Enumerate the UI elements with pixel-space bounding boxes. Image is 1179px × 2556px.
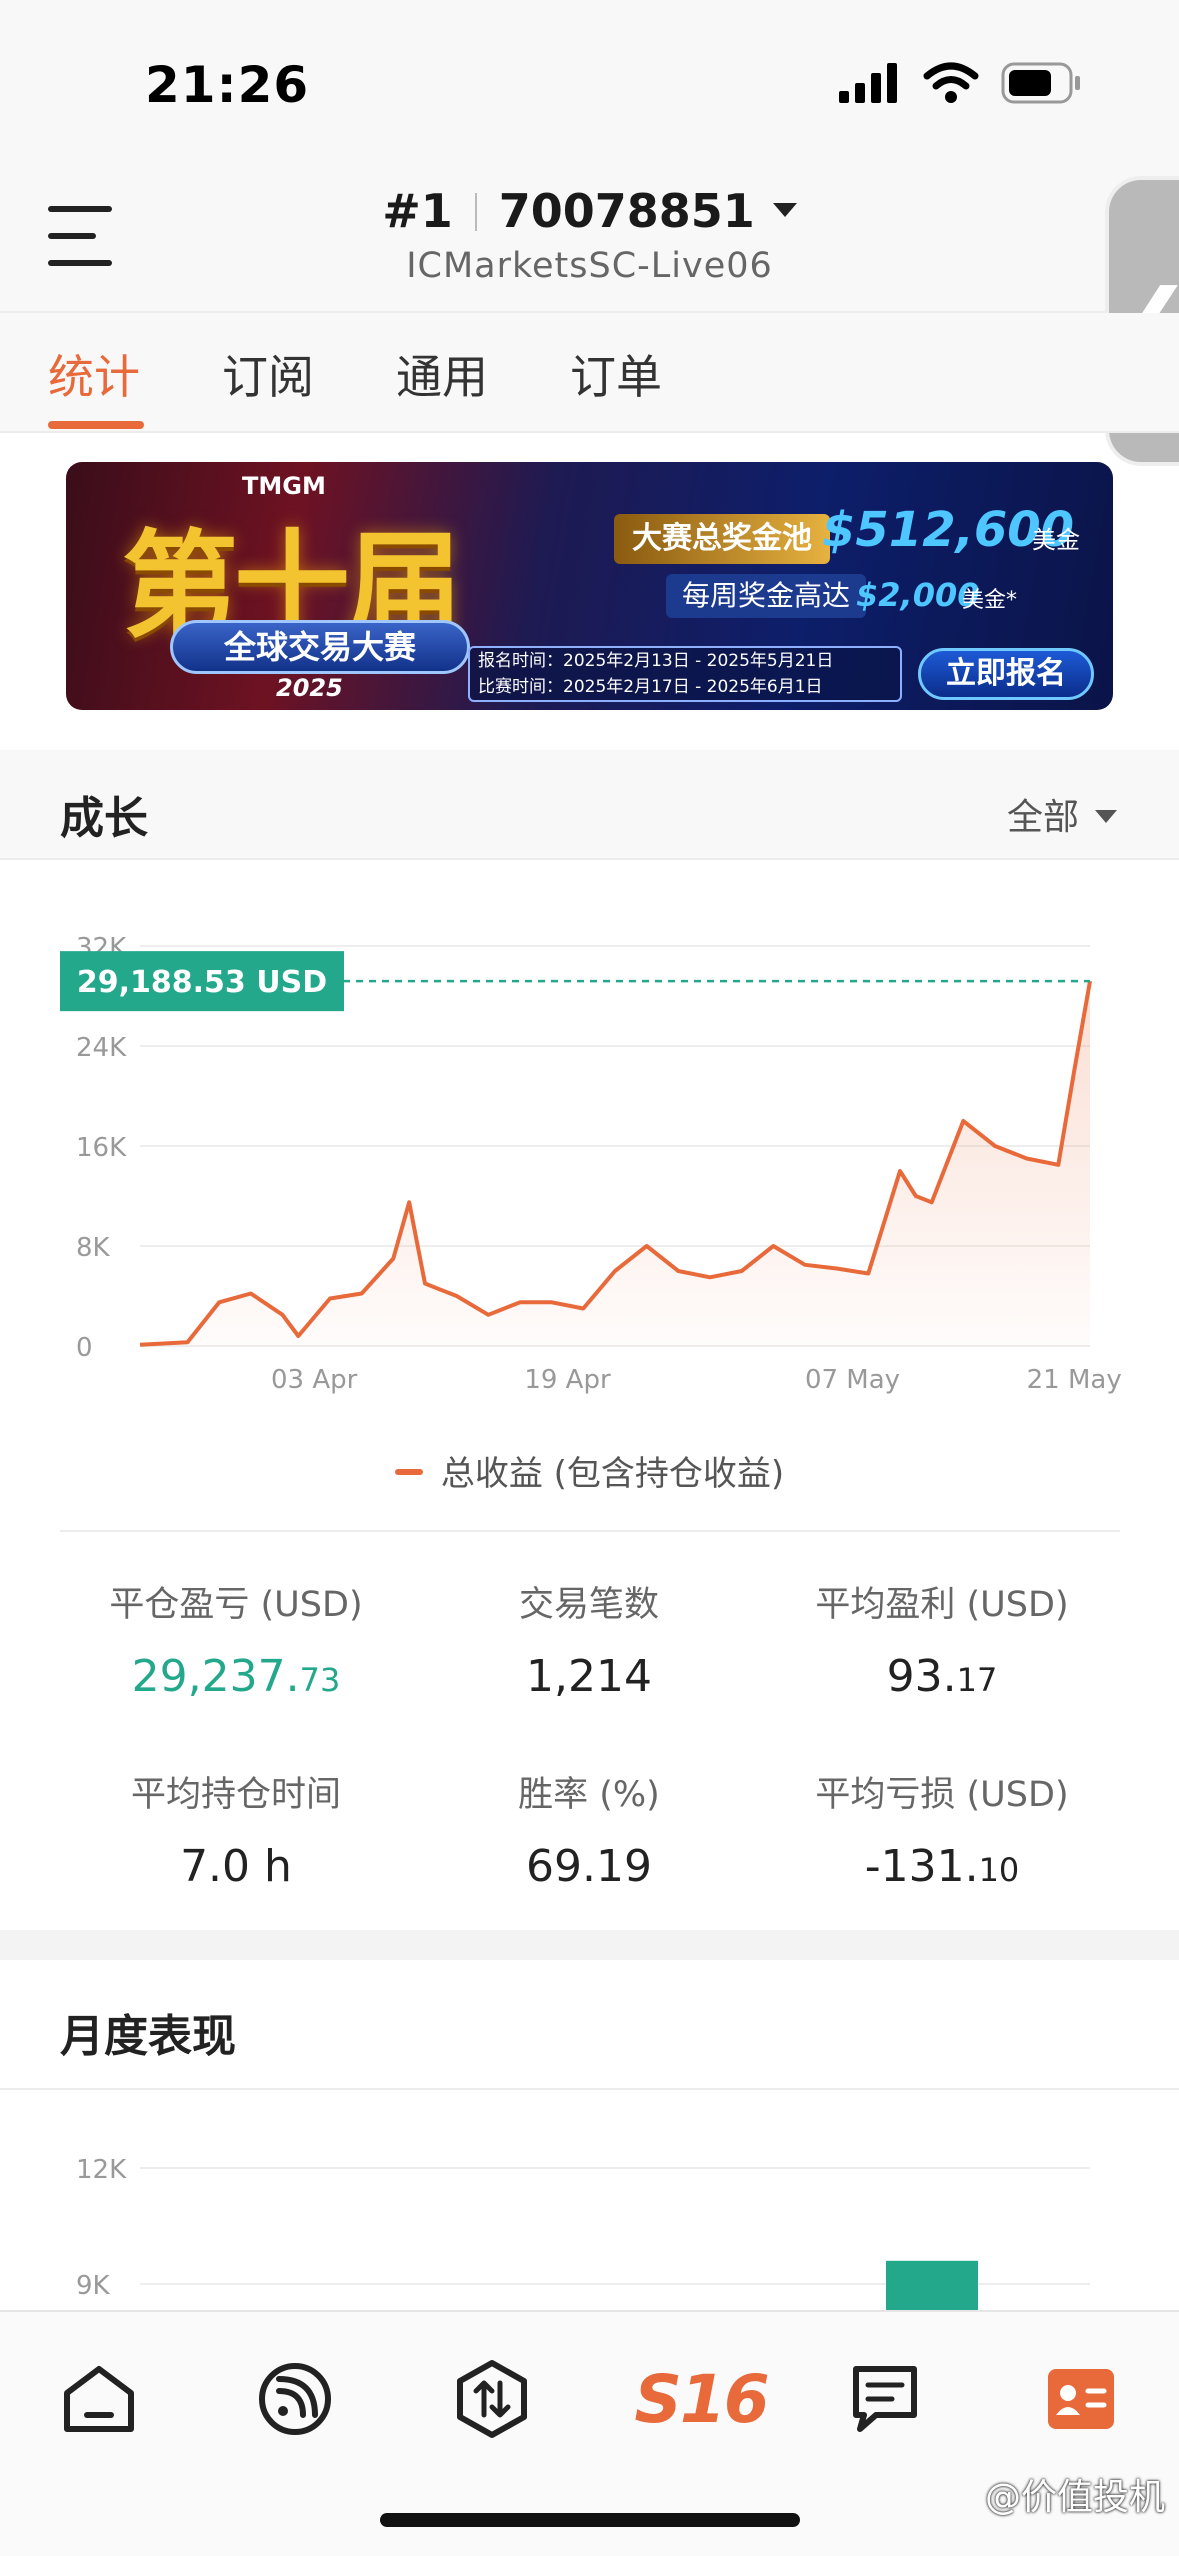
- home-indicator[interactable]: [380, 2513, 800, 2527]
- x-tick-label: 07 May: [805, 1365, 900, 1395]
- s16-logo: S16: [634, 2360, 769, 2438]
- period-filter-label: 全部: [1006, 797, 1079, 838]
- nav-profile[interactable]: [1036, 2354, 1126, 2444]
- contest-dates: 报名时间：2025年2月13日 - 2025年5月21日 比赛时间：2025年2…: [468, 646, 902, 702]
- monthly-bar: [886, 2260, 978, 2310]
- monthly-section-header: 月度表现: [0, 1960, 1179, 2090]
- home-icon: [64, 2366, 134, 2432]
- profile-card-icon: [1048, 2369, 1114, 2429]
- account-selector[interactable]: #1 70078851: [0, 184, 1179, 238]
- prize-pool-label: 大赛总奖金池: [614, 514, 830, 564]
- nav-trade[interactable]: [447, 2354, 537, 2444]
- stat-win-rate: 胜率 (%) 69.19: [409, 1766, 769, 1892]
- trade-icon: [457, 2360, 527, 2438]
- nav-signals[interactable]: [250, 2354, 340, 2444]
- caret-down-icon: [772, 203, 797, 217]
- legend-line-swatch: [394, 1469, 423, 1475]
- server-name: ICMarketsSC-Live06: [406, 246, 773, 286]
- x-tick-label: 19 Apr: [524, 1365, 611, 1395]
- stat-avg-profit: 平均盈利 (USD) 93.17: [762, 1576, 1122, 1702]
- weekly-prize-unit: 美金*: [962, 588, 1018, 613]
- x-tick-label: 21 May: [1027, 1365, 1122, 1395]
- growth-title: 成长: [60, 793, 148, 844]
- divider: [60, 1530, 1120, 1532]
- current-value-text: 29,188.53 USD: [77, 965, 327, 1000]
- x-tick-label: 03 Apr: [271, 1365, 358, 1395]
- app-header: #1 70078851 ICMarketsSC-Live06: [0, 170, 1179, 313]
- tab-general[interactable]: 通用: [396, 341, 488, 407]
- stat-avg-loss: 平均亏损 (USD) -131.10: [762, 1766, 1122, 1892]
- battery-icon: [1001, 62, 1080, 104]
- wifi-icon: [923, 62, 979, 103]
- stat-label: 平均盈利 (USD): [815, 1585, 1069, 1625]
- stat-value: 7.0 h: [180, 1841, 292, 1892]
- stat-value: -131.10: [864, 1841, 1020, 1892]
- y-tick-label: 24K: [76, 1033, 127, 1063]
- stat-closed-pnl: 平仓盈亏 (USD) 29,237.73: [56, 1576, 416, 1702]
- stat-label: 平均亏损 (USD): [815, 1775, 1069, 1815]
- stat-label: 平仓盈亏 (USD): [109, 1585, 363, 1625]
- growth-section-header: 成长 全部: [0, 750, 1179, 860]
- nav-home[interactable]: [54, 2354, 144, 2444]
- tab-bar: 统计 订阅 通用 订单: [0, 313, 1179, 433]
- status-bar: 21:26: [0, 0, 1179, 170]
- period-filter-dropdown[interactable]: 全部: [1007, 788, 1117, 840]
- weekly-prize-label: 每周奖金高达: [666, 574, 867, 618]
- prize-pool-unit: 美金: [1032, 526, 1080, 554]
- tab-subscribe[interactable]: 订阅: [222, 341, 314, 407]
- status-icons: [839, 62, 1083, 104]
- stat-avg-hold-time: 平均持仓时间 7.0 h: [56, 1766, 416, 1892]
- chart-legend: 总收益 (包含持仓收益): [0, 1446, 1179, 1495]
- message-icon: [853, 2366, 917, 2432]
- stat-label: 平均持仓时间: [130, 1775, 341, 1815]
- nav-s16[interactable]: S16: [634, 2354, 769, 2444]
- weekly-prize-amount: $2,000: [856, 576, 980, 614]
- tab-statistics[interactable]: 统计: [48, 341, 140, 407]
- signup-button[interactable]: 立即报名: [918, 648, 1094, 700]
- y-tick-label: 8K: [76, 1233, 111, 1263]
- y-tick-label: 9K: [76, 2271, 111, 2301]
- monthly-title: 月度表现: [60, 2011, 236, 2062]
- contest-period: 比赛时间：2025年2月17日 - 2025年6月1日: [478, 677, 823, 697]
- signup-period: 报名时间：2025年2月13日 - 2025年5月21日: [478, 651, 834, 671]
- caret-down-icon: [1095, 810, 1117, 823]
- banner-year: 2025: [276, 674, 343, 702]
- stat-value: 93.17: [886, 1651, 998, 1702]
- y-tick-label: 16K: [76, 1133, 127, 1163]
- tab-active-indicator: [48, 421, 144, 429]
- y-tick-label: 12K: [76, 2155, 127, 2185]
- stat-value: 69.19: [526, 1841, 652, 1892]
- account-number: 70078851: [498, 184, 755, 238]
- y-tick-label: 0: [76, 1333, 93, 1363]
- cellular-signal-icon: [839, 63, 897, 103]
- tab-orders[interactable]: 订单: [570, 341, 662, 407]
- stat-value: 1,214: [526, 1651, 652, 1702]
- stat-label: 交易笔数: [518, 1585, 659, 1625]
- account-rank: #1: [382, 184, 453, 238]
- stat-label: 胜率 (%): [518, 1775, 660, 1815]
- section-gap: [0, 1930, 1179, 1960]
- status-time: 21:26: [145, 56, 310, 114]
- stat-value: 29,237.73: [131, 1651, 341, 1702]
- legend-label: 总收益 (包含持仓收益): [440, 1454, 785, 1494]
- watermark: @价值投机: [984, 2477, 1165, 2518]
- promo-banner[interactable]: TMGM 第十届 全球交易大赛 2025 大赛总奖金池 $512,600 美金 …: [66, 462, 1113, 710]
- stat-trade-count: 交易笔数 1,214: [409, 1576, 769, 1702]
- nav-messages[interactable]: [840, 2354, 930, 2444]
- banner-subtitle: 全球交易大赛: [170, 620, 470, 674]
- monthly-chart: 12K 9K: [76, 2155, 1090, 2310]
- signal-icon: [259, 2363, 331, 2435]
